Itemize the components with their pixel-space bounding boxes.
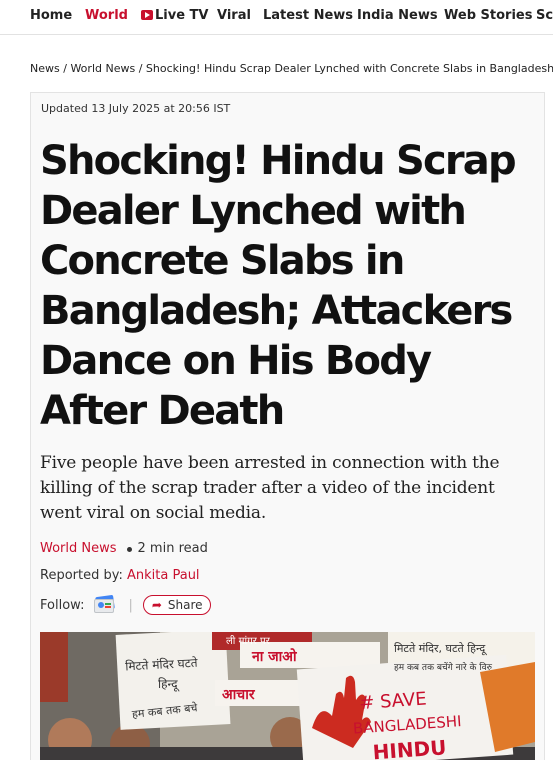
protest-photo: मिटते मंदिर घटते हिन्दू हम कब तक बचे ली …: [40, 632, 535, 760]
article-summary: Five people have been arrested in connec…: [40, 453, 500, 523]
updated-timestamp: Updated 13 July 2025 at 20:56 IST: [41, 102, 231, 115]
breadcrumb: News / World News / Shocking! Hindu Scra…: [30, 62, 553, 75]
share-button[interactable]: ➦ Share: [142, 595, 211, 615]
breadcrumb-separator: /: [138, 62, 143, 75]
nav-india-news[interactable]: India News: [357, 8, 438, 23]
nav-home[interactable]: Home: [30, 8, 72, 23]
live-tv-icon: [141, 10, 153, 20]
breadcrumb-news[interactable]: News: [30, 62, 60, 75]
reporter-row: Reported by: Ankita Paul: [40, 568, 200, 583]
read-time: 2 min read: [137, 541, 208, 556]
sign-text: ना जाओ: [251, 648, 297, 665]
follow-label: Follow:: [40, 597, 85, 613]
hero-image: मिटते मंदिर घटते हिन्दू हम कब तक बचे ली …: [40, 632, 535, 760]
google-news-icon[interactable]: [94, 594, 116, 614]
sign-text: आचार: [222, 687, 256, 703]
top-navigation: Home World Live TV Viral Latest News Ind…: [0, 0, 553, 35]
nav-viral[interactable]: Viral: [217, 8, 251, 23]
share-label: Share: [167, 598, 203, 612]
follow-divider: |: [128, 597, 133, 613]
category-link[interactable]: World News: [40, 541, 117, 556]
sign-text: हिन्दू: [158, 677, 180, 692]
breadcrumb-world-news[interactable]: World News: [70, 62, 135, 75]
sign-text: हम कब तक बचेंगे नारे के विरु: [394, 661, 493, 673]
reported-by-label: Reported by:: [40, 568, 123, 583]
breadcrumb-current: Shocking! Hindu Scrap Dealer Lynched wit…: [145, 62, 553, 75]
nav-latest-news[interactable]: Latest News: [263, 8, 353, 23]
author-link[interactable]: Ankita Paul: [127, 568, 200, 583]
nav-live-tv[interactable]: Live TV: [141, 8, 209, 23]
article-headline: Shocking! Hindu Scrap Dealer Lynched wit…: [40, 138, 517, 434]
sign-text: HINDU: [372, 735, 447, 760]
nav-science[interactable]: Sci: [536, 8, 553, 23]
sign-text: ली मांगर पर: [226, 635, 271, 647]
breadcrumb-separator: /: [63, 62, 67, 75]
meta-dot: [126, 547, 132, 552]
nav-world[interactable]: World: [85, 8, 128, 23]
sign-text: मिटते मंदिर, घटते हिन्दू: [394, 642, 487, 656]
article-meta: World News 2 min read: [40, 541, 208, 556]
nav-live-tv-label: Live TV: [155, 8, 209, 23]
share-arrow-icon: ➦: [151, 598, 162, 612]
follow-row: Follow: | ➦ Share: [40, 594, 211, 616]
nav-web-stories[interactable]: Web Stories: [444, 8, 532, 23]
